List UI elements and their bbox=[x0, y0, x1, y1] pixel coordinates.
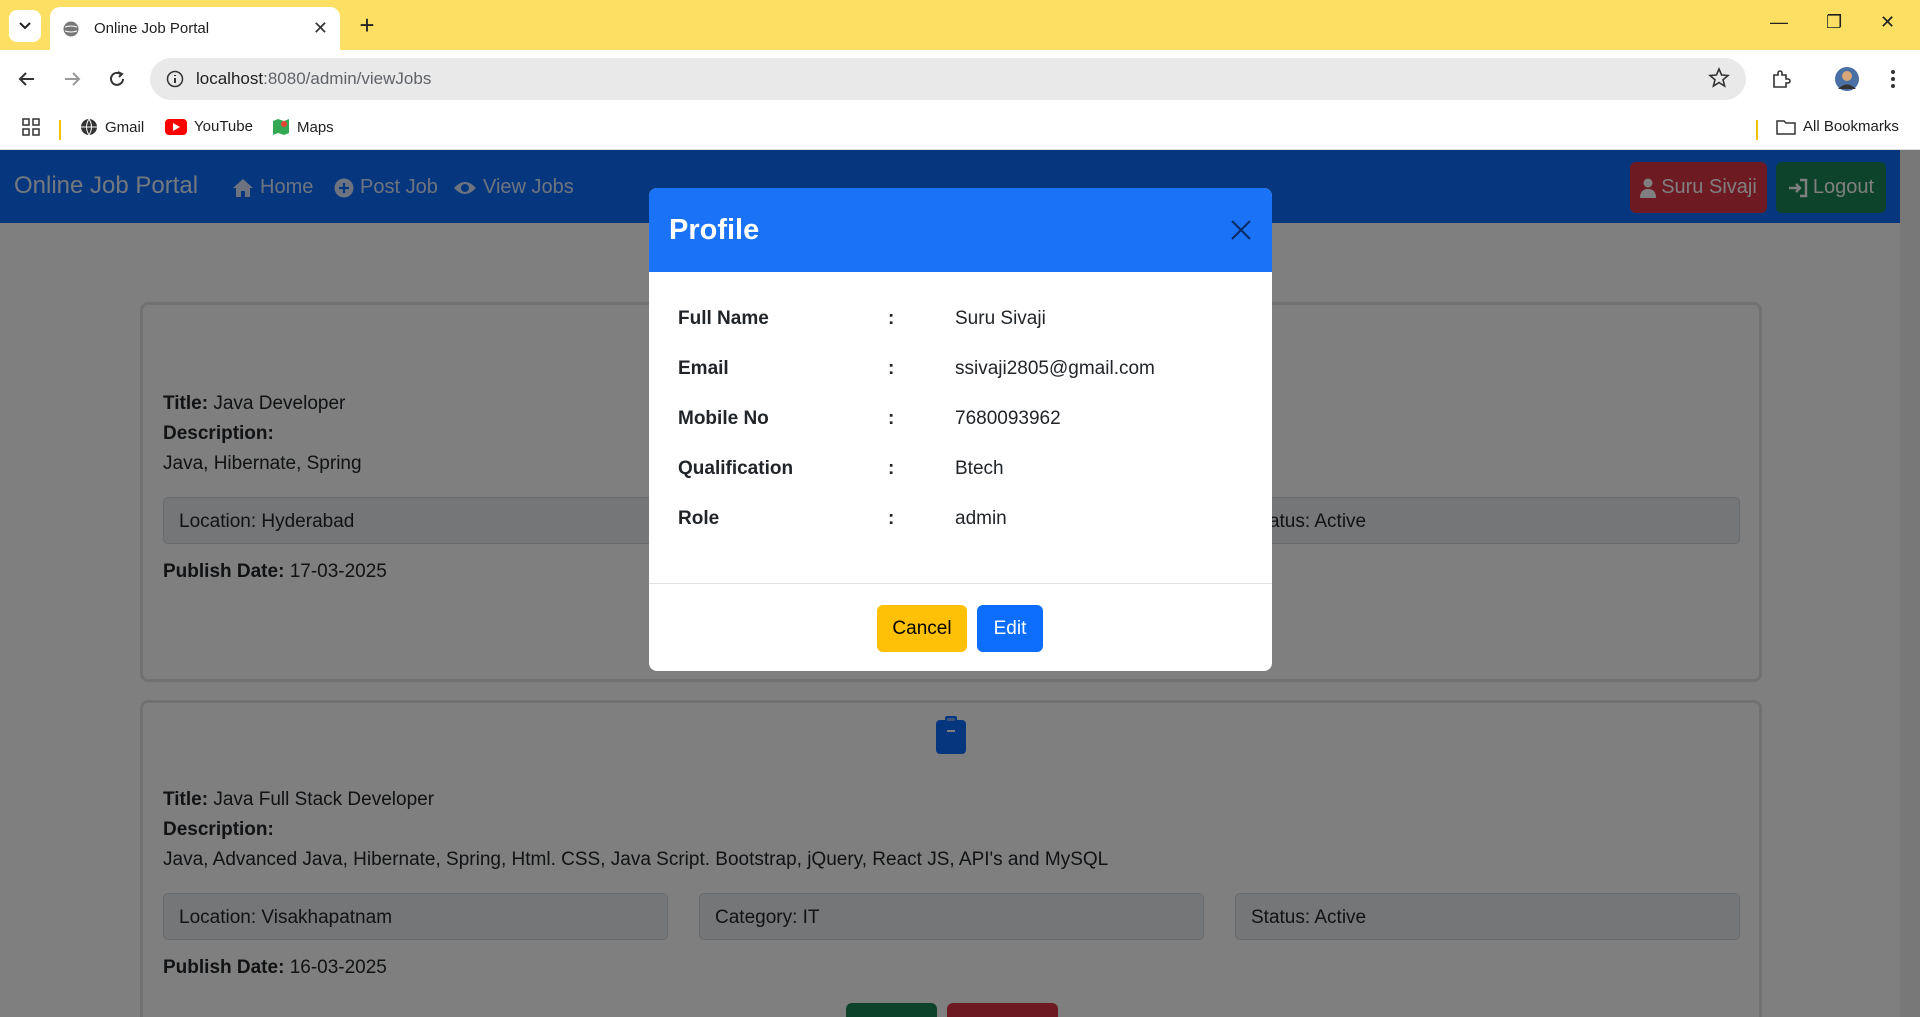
forward-icon[interactable] bbox=[57, 64, 87, 94]
row-colon: : bbox=[888, 308, 895, 329]
bookmark-separator bbox=[59, 120, 61, 140]
modal-footer: Cancel Edit bbox=[649, 583, 1272, 671]
cancel-button[interactable]: Cancel bbox=[877, 605, 967, 652]
row-label: Role bbox=[678, 508, 720, 529]
row-colon: : bbox=[888, 508, 895, 529]
all-bookmarks-label: All Bookmarks bbox=[1803, 118, 1899, 135]
bookmark-youtube[interactable]: YouTube bbox=[165, 118, 253, 135]
bookmark-label: Gmail bbox=[105, 118, 145, 136]
minimize-icon[interactable]: — bbox=[1770, 12, 1788, 33]
url-path: :8080/admin/viewJobs bbox=[263, 69, 432, 88]
row-colon: : bbox=[888, 458, 895, 479]
profile-row-full-name: Full Name : Suru Sivaji bbox=[678, 308, 1238, 338]
bookmark-gmail[interactable]: Gmail bbox=[80, 118, 144, 136]
profile-row-qualification: Qualification : Btech bbox=[678, 458, 1238, 488]
row-label: Qualification bbox=[678, 458, 794, 479]
all-bookmarks[interactable]: All Bookmarks bbox=[1776, 118, 1899, 135]
row-value: ssivaji2805@gmail.com bbox=[955, 358, 1155, 379]
close-tab-icon[interactable]: ✕ bbox=[313, 18, 328, 39]
youtube-icon bbox=[165, 118, 187, 135]
modal-header: Profile bbox=[649, 188, 1272, 272]
bookmark-maps[interactable]: Maps bbox=[272, 118, 334, 136]
globe-icon bbox=[63, 21, 79, 36]
browser-tab[interactable]: Online Job Portal ✕ bbox=[50, 7, 340, 50]
chevron-down-icon bbox=[19, 22, 31, 30]
profile-row-email: Email : ssivaji2805@gmail.com bbox=[678, 358, 1238, 388]
restore-icon[interactable]: ❐ bbox=[1826, 12, 1842, 33]
tab-title: Online Job Portal bbox=[94, 20, 210, 37]
row-label: Mobile No bbox=[678, 408, 769, 429]
globe-icon bbox=[81, 118, 97, 136]
url-host: localhost bbox=[196, 69, 264, 88]
browser-tab-bar: Online Job Portal ✕ + — ❐ ✕ bbox=[0, 0, 1920, 50]
profile-modal: Profile Full Name : Suru Sivaji Email : … bbox=[649, 188, 1272, 671]
row-colon: : bbox=[888, 408, 895, 429]
row-colon: : bbox=[888, 358, 895, 379]
site-info-icon[interactable] bbox=[164, 68, 186, 90]
bookmark-label: Maps bbox=[297, 118, 334, 136]
profile-row-role: Role : admin bbox=[678, 508, 1238, 538]
bookmark-star-icon[interactable] bbox=[1708, 66, 1730, 94]
close-icon[interactable] bbox=[1229, 218, 1253, 242]
bookmarks-bar: Gmail YouTube Maps All Bookmarks bbox=[0, 108, 1920, 150]
edit-button[interactable]: Edit bbox=[977, 605, 1043, 652]
close-window-icon[interactable]: ✕ bbox=[1880, 12, 1895, 33]
back-icon[interactable] bbox=[12, 64, 42, 94]
row-value: Btech bbox=[955, 458, 1004, 479]
row-value: admin bbox=[955, 508, 1007, 529]
new-tab-button[interactable]: + bbox=[352, 10, 382, 40]
row-label: Full Name bbox=[678, 308, 769, 329]
tab-search-button[interactable] bbox=[9, 10, 41, 42]
apps-grid-icon[interactable] bbox=[22, 118, 40, 136]
extensions-icon[interactable] bbox=[1766, 64, 1796, 94]
url-text: localhost:8080/admin/viewJobs bbox=[196, 69, 431, 89]
folder-icon bbox=[1776, 119, 1796, 135]
address-bar[interactable]: localhost:8080/admin/viewJobs bbox=[150, 58, 1746, 100]
row-value: 7680093962 bbox=[955, 408, 1061, 429]
maps-icon bbox=[273, 119, 289, 135]
row-label: Email bbox=[678, 358, 729, 379]
profile-row-mobile: Mobile No : 7680093962 bbox=[678, 408, 1238, 438]
modal-title: Profile bbox=[669, 214, 760, 246]
menu-kebab-icon[interactable] bbox=[1878, 64, 1908, 94]
bookmark-separator bbox=[1756, 120, 1758, 140]
reload-icon[interactable] bbox=[102, 64, 132, 94]
browser-toolbar: localhost:8080/admin/viewJobs bbox=[0, 50, 1920, 108]
bookmark-label: YouTube bbox=[194, 118, 253, 135]
row-value: Suru Sivaji bbox=[955, 308, 1046, 329]
profile-avatar[interactable] bbox=[1832, 64, 1862, 94]
